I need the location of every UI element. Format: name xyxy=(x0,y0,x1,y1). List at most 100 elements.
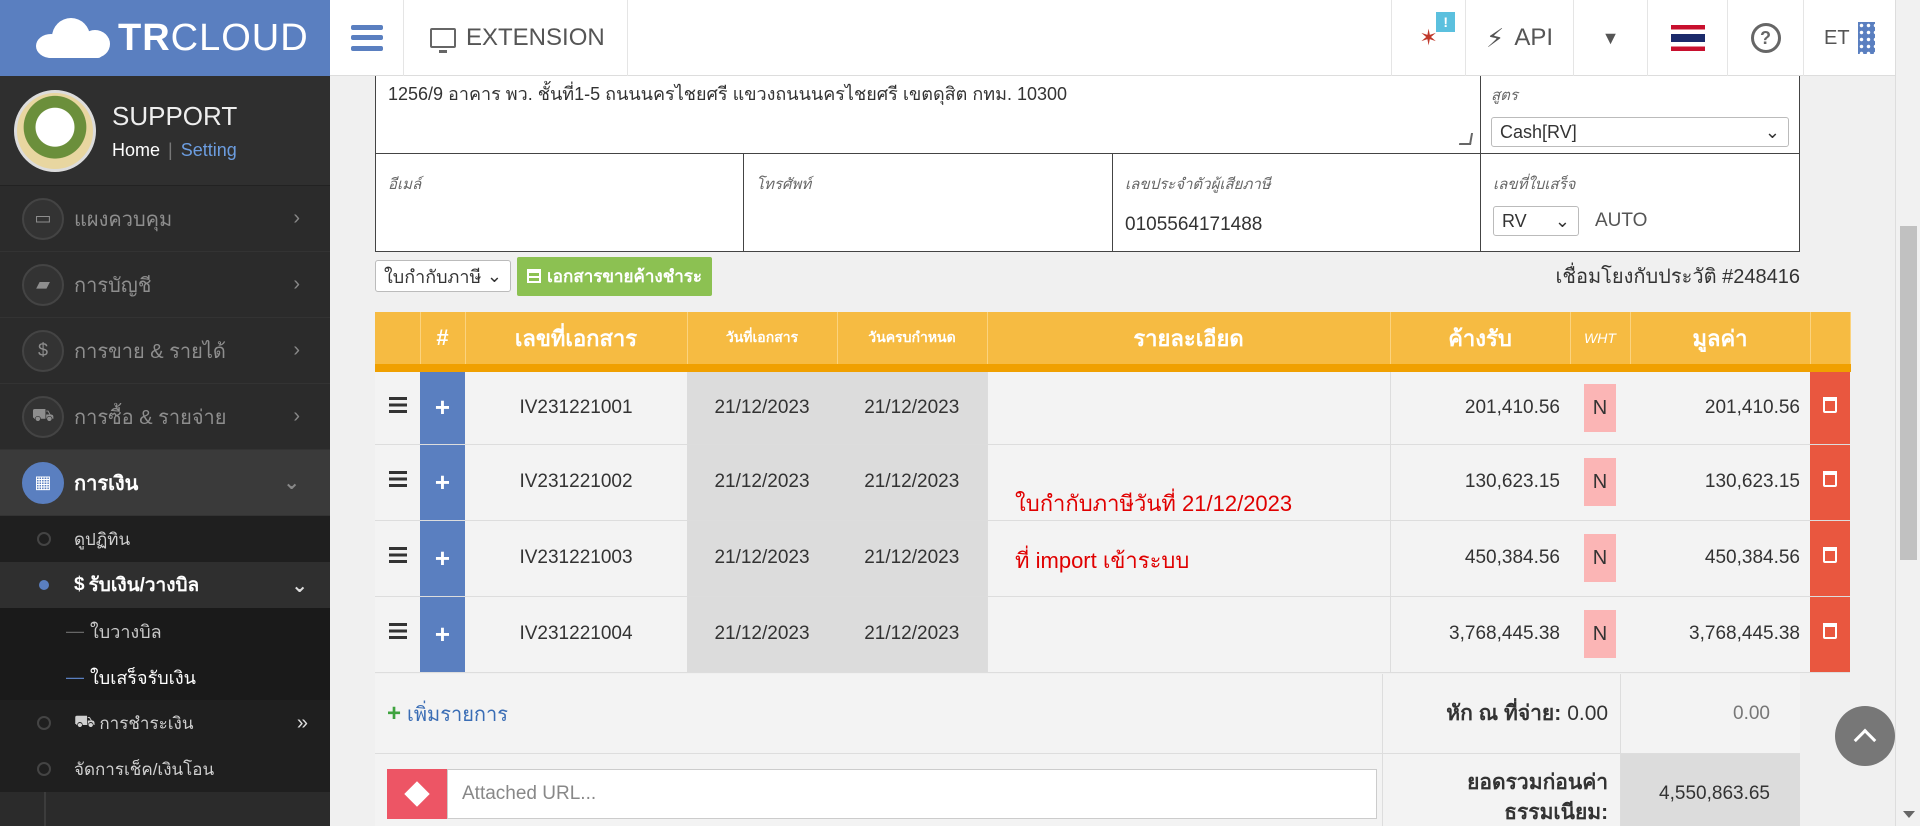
due-date-cell: 21/12/2023 xyxy=(837,444,987,521)
double-chevron-down-icon: ⌄ xyxy=(291,574,308,597)
attached-url-input[interactable]: Attached URL... xyxy=(447,769,1377,819)
expand-button[interactable]: + xyxy=(420,444,465,521)
drag-handle[interactable] xyxy=(375,596,420,673)
brand-logo[interactable]: TRCLOUD xyxy=(0,0,330,76)
doc-type-select[interactable]: ใบกำกับภาษี ⌄ xyxy=(375,260,511,292)
taxid-field[interactable]: 0105564171488 xyxy=(1125,214,1468,236)
drag-icon xyxy=(388,547,407,563)
col-doc-no: เลขที่เอกสาร xyxy=(465,312,688,372)
language-button[interactable] xyxy=(1647,0,1727,76)
sidebar-item-dashboard[interactable]: ▭ แผงควบคุม › xyxy=(0,186,330,252)
company-label: ET xyxy=(1824,26,1850,49)
sidebar-item-sales[interactable]: $ การขาย & รายได้ › xyxy=(0,318,330,384)
wht-cell[interactable]: N xyxy=(1570,520,1630,597)
doc-date-cell: 21/12/2023 xyxy=(687,368,837,445)
vertical-scrollbar[interactable] xyxy=(1895,0,1920,826)
email-label: อีเมล์ xyxy=(388,176,422,193)
amount-cell[interactable]: 3,768,445.38 xyxy=(1630,596,1810,673)
wht-toggle[interactable]: N xyxy=(1584,383,1616,432)
cloud-icon xyxy=(36,18,110,58)
wht-cell[interactable]: N xyxy=(1570,596,1630,673)
formula-select[interactable]: Cash[RV] ⌄ xyxy=(1491,117,1789,147)
trash-icon xyxy=(1823,623,1837,639)
expand-button[interactable]: + xyxy=(420,520,465,597)
chevron-right-icon: › xyxy=(293,273,300,295)
doc-type-value: ใบกำกับภาษี xyxy=(384,266,482,287)
scroll-to-top-button[interactable] xyxy=(1835,706,1895,766)
dropdown-button[interactable]: ▼ xyxy=(1573,0,1647,76)
dash-icon: — xyxy=(66,620,84,641)
sidebar-subitem-cheque[interactable]: จัดการเช็ค/เงินโอน xyxy=(0,746,330,792)
extension-button[interactable]: EXTENSION xyxy=(404,0,628,76)
api-button[interactable]: ⚡ API xyxy=(1465,0,1573,76)
drag-handle[interactable] xyxy=(375,444,420,521)
wht-toggle[interactable]: N xyxy=(1584,534,1616,582)
plus-icon: + xyxy=(387,699,402,727)
receipt-auto-text: AUTO xyxy=(1595,210,1648,231)
company-button[interactable]: ET xyxy=(1803,0,1895,76)
chevron-down-icon: ⌄ xyxy=(283,472,300,494)
hamburger-icon xyxy=(350,24,383,51)
scrollbar-thumb[interactable] xyxy=(1900,226,1917,560)
sidebar-subitem-calendar[interactable]: ดูปฏิทิน xyxy=(0,516,330,562)
api-label: API xyxy=(1514,24,1553,51)
resize-handle-icon[interactable] xyxy=(1458,133,1474,145)
outstanding-docs-button[interactable]: เอกสารขายค้างชำระ xyxy=(517,256,713,296)
sidebar-subitem-payment[interactable]: ⛟ การชำระเงิน » xyxy=(0,700,330,746)
sidebar-item-label: การบัญชี xyxy=(74,274,152,297)
notification-button[interactable]: ✶ ! xyxy=(1391,0,1465,76)
detail-cell[interactable] xyxy=(986,368,1391,445)
address-field[interactable]: 1256/9 อาคาร พว. ชั้นที่1-5 ถนนนครไชยศรี… xyxy=(376,76,1481,153)
delete-button[interactable] xyxy=(1810,444,1850,521)
doc-date-cell: 21/12/2023 xyxy=(687,444,837,521)
home-link[interactable]: Home xyxy=(112,140,160,160)
sidebar-item-purchases[interactable]: ⛟ การซื้อ & รายจ่าย › xyxy=(0,384,330,450)
due-date-cell: 21/12/2023 xyxy=(837,596,987,673)
receipt-prefix-select[interactable]: RV ⌄ xyxy=(1493,206,1579,236)
sidebar: TRCLOUD SUPPORT Home | Setting ▭ แผงควบคุม… xyxy=(0,0,330,826)
chevron-right-icon: › xyxy=(293,339,300,361)
col-doc-date: วันที่เอกสาร xyxy=(687,312,838,372)
wht-total: 0.00 xyxy=(1733,702,1770,724)
wht-toggle[interactable]: N xyxy=(1584,610,1616,658)
detail-cell[interactable] xyxy=(986,596,1391,673)
expand-button[interactable]: + xyxy=(420,596,465,673)
sidebar-subsubitem-billing-note[interactable]: — ใบวางบิล xyxy=(0,608,330,654)
add-item-button[interactable]: + เพิ่มรายการ xyxy=(375,674,1383,753)
trash-icon xyxy=(1823,396,1837,413)
amount-cell[interactable]: 201,410.56 xyxy=(1630,368,1810,445)
avatar[interactable] xyxy=(14,89,96,172)
wht-toggle[interactable]: N xyxy=(1584,458,1616,506)
wht-cell[interactable]: N xyxy=(1570,368,1630,445)
delete-button[interactable] xyxy=(1810,368,1850,445)
sidebar-subitem-receive-billing[interactable]: $ รับเงิน/วางบิล ⌄ xyxy=(0,562,330,608)
notification-badge: ! xyxy=(1436,12,1456,32)
help-button[interactable]: ? xyxy=(1727,0,1803,76)
sidebar-subsubitem-label: ใบวางบิล xyxy=(90,621,162,642)
profile-name: SUPPORT xyxy=(112,100,238,131)
dropbox-button[interactable] xyxy=(387,769,447,819)
doc-no-cell: IV231221001 xyxy=(465,368,687,445)
amount-cell[interactable]: 130,623.15 xyxy=(1630,444,1810,521)
scroll-down-arrow-icon[interactable] xyxy=(1903,811,1915,818)
sidebar-item-finance[interactable]: ▦ การเงิน ⌄ xyxy=(0,450,330,516)
table-row: + IV231221004 21/12/2023 21/12/2023 3,76… xyxy=(375,596,1850,673)
menu-toggle-button[interactable] xyxy=(330,0,404,76)
wht-cell[interactable]: N xyxy=(1570,444,1630,521)
subtotal-value: 4,550,863.65 xyxy=(1621,754,1800,826)
history-link[interactable]: เชื่อมโยงกับประวัติ #248416 xyxy=(1556,260,1800,292)
setting-link[interactable]: Setting xyxy=(181,140,237,160)
sidebar-item-accounting[interactable]: ▰ การบัญชี › xyxy=(0,252,330,318)
sidebar-subsubitem-receipt[interactable]: — ใบเสร็จรับเงิน xyxy=(0,654,330,700)
amount-cell[interactable]: 450,384.56 xyxy=(1630,520,1810,597)
outstanding-docs-label: เอกสารขายค้างชำระ xyxy=(547,266,703,286)
delete-button[interactable] xyxy=(1810,520,1850,597)
drag-handle[interactable] xyxy=(375,520,420,597)
caret-down-icon: ▼ xyxy=(1601,27,1620,48)
drag-handle[interactable] xyxy=(375,368,420,445)
chevron-right-icon: › xyxy=(293,405,300,427)
delete-button[interactable] xyxy=(1810,596,1850,673)
expand-button[interactable]: + xyxy=(420,368,465,445)
sidebar-item-label: การเงิน xyxy=(74,472,139,495)
extension-label: EXTENSION xyxy=(466,23,605,51)
